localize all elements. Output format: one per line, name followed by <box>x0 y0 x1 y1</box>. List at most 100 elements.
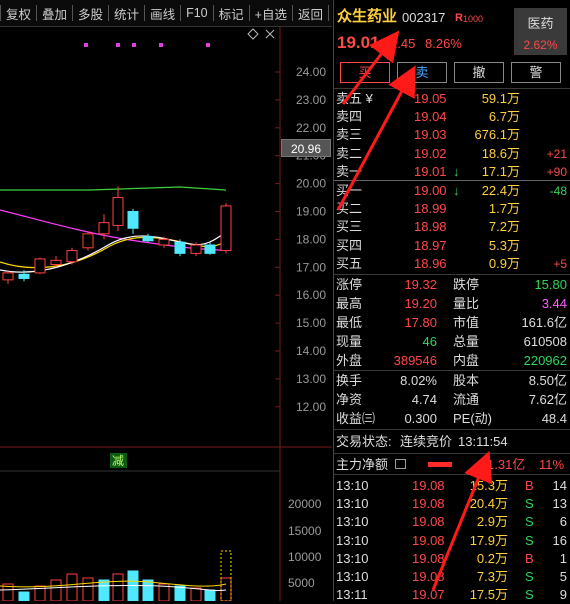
buy-price: 18.98 <box>414 219 447 235</box>
price-axis-label: 17.00 <box>296 260 326 274</box>
reduce-marker: 减 <box>112 454 124 468</box>
volume-bar <box>112 573 124 601</box>
tick-row: 13:10 19.08 0.2万 B 1 <box>334 550 570 568</box>
main-flow: 主力净额 1.31亿 11% <box>334 456 570 474</box>
stat-value: 17.80 <box>404 315 437 330</box>
tick-count: 16 <box>552 532 567 548</box>
sell-row[interactable]: 卖二 19.02 18.6万 +21 <box>334 145 570 163</box>
buy-volume: 5.3万 <box>488 237 520 253</box>
toolbar-btn-4[interactable]: 画线 <box>145 4 180 23</box>
tick-row: 13:11 19.07 17.5万 S 9 <box>334 586 570 604</box>
toolbar-btn-1[interactable]: 叠加 <box>37 4 72 23</box>
buy-price: 19.00 <box>414 183 447 198</box>
sell-label: 卖三 <box>336 127 363 143</box>
action-btn-1[interactable]: 卖 <box>397 62 447 83</box>
buy-volume: 22.4万 <box>481 183 520 198</box>
sector-name: 医药 <box>527 16 554 31</box>
tick-price: 19.08 <box>412 514 445 530</box>
stat-value: 220962 <box>523 353 567 368</box>
current-price-tag: 20.96 <box>281 139 331 157</box>
stat-label: 现量 <box>336 334 363 349</box>
price-axis-label: 15.00 <box>296 316 326 330</box>
toolbar-btn-8[interactable]: 返回 <box>293 4 328 23</box>
trade-status-value: 连续竞价 <box>400 434 453 449</box>
stat-value: 46 <box>422 334 437 349</box>
main-flow-value: 1.31亿 <box>487 457 526 472</box>
tick-price: 19.08 <box>412 569 445 584</box>
buy-row[interactable]: 买五 18.96 0.9万 +5 <box>334 255 570 273</box>
stat-label: 涨停 <box>336 277 363 292</box>
tick-time: 13:10 <box>336 532 369 548</box>
buy-row[interactable]: 买二 18.99 1.7万 <box>334 200 570 218</box>
action-btn-2[interactable]: 撤 <box>454 62 504 83</box>
sell-row[interactable]: 卖三 19.03 676.1万 <box>334 126 570 144</box>
toolbar-btn-6[interactable]: 标记 <box>214 4 249 23</box>
price-axis-label: 14.00 <box>296 344 326 358</box>
toolbar-btn-7[interactable]: +自选 <box>250 4 292 23</box>
close-icon[interactable] <box>265 29 275 39</box>
volume-bar <box>82 577 94 601</box>
stat-row: 外盘 389546 内盘 220962 <box>334 352 570 370</box>
buy-row[interactable]: 买三 18.98 7.2万 <box>334 218 570 236</box>
trade-status: 交易状态: 连续竞价 13:11:54 <box>334 433 570 451</box>
toolbar-btn-0[interactable]: 复权 <box>1 4 36 23</box>
chart-toolbar: 复权 叠加 多股 统计 画线 F10 标记 +自选 返回 <box>0 0 332 27</box>
volume-axis-label: 10000 <box>288 550 322 564</box>
price-axis-label: 16.00 <box>296 288 326 302</box>
candle-body <box>66 250 78 263</box>
price-axis-label: 12.00 <box>296 400 326 414</box>
trade-status-label: 交易状态: <box>336 434 392 449</box>
candle-body <box>82 233 94 249</box>
sell-price: 19.03 <box>414 127 447 143</box>
tick-row: 13:10 19.08 17.9万 S 16 <box>334 532 570 550</box>
signal-dot <box>116 43 120 47</box>
stat-label: 跌停 <box>453 277 480 292</box>
candle-body <box>158 238 170 246</box>
volume-bars <box>0 550 232 601</box>
tick-count: 13 <box>552 496 567 512</box>
candle-body <box>2 272 14 281</box>
tick-side: B <box>525 478 534 493</box>
tick-price: 19.08 <box>412 550 445 566</box>
sell-volume: 59.1万 <box>481 91 520 106</box>
diamond-icon[interactable] <box>247 28 259 40</box>
toolbar-btn-3[interactable]: 统计 <box>109 4 144 23</box>
buy-row[interactable]: 买四 18.97 5.3万 <box>334 237 570 255</box>
candlesticks <box>2 186 232 285</box>
stat-row: 最高 19.20 量比 3.44 <box>334 295 570 313</box>
stat-value: 4.74 <box>411 392 437 407</box>
stat-row: 最低 17.80 市值 161.6亿 <box>334 314 570 332</box>
buy-row[interactable]: 买一 19.00 ↓ 22.4万 -48 <box>334 182 570 200</box>
main-flow-bar <box>428 462 452 467</box>
sell-label: 卖四 <box>336 109 363 125</box>
kline-chart[interactable]: 24.0023.0022.0021.0020.0019.0018.0017.00… <box>0 26 332 601</box>
stock-code: 002317 <box>402 10 446 25</box>
sell-row[interactable]: 卖四 19.04 6.7万 <box>334 108 570 126</box>
sell-volume: 676.1万 <box>474 127 520 143</box>
sell-row[interactable]: 卖一 19.01 ↓ 17.1万 +90 <box>334 163 570 181</box>
price-axis: 24.0023.0022.0021.0020.0019.0018.0017.00… <box>275 65 326 414</box>
signal-dot <box>132 43 136 47</box>
candle-body <box>190 244 202 254</box>
tick-volume: 20.4万 <box>469 496 508 512</box>
main-flow-label: 主力净额 <box>336 457 389 472</box>
toolbar-btn-2[interactable]: 多股 <box>73 4 108 23</box>
tick-price: 19.07 <box>412 587 445 603</box>
stat-label: 最高 <box>336 296 363 311</box>
tick-price: 19.08 <box>412 478 445 493</box>
tick-volume: 7.3万 <box>476 569 508 584</box>
sell-row[interactable]: 卖五 ¥ 19.05 59.1万 <box>334 90 570 108</box>
candle-body <box>98 222 110 235</box>
volume-bar <box>204 589 216 601</box>
sell-down-arrow-icon: ↓ <box>453 163 460 179</box>
buy-price: 18.97 <box>414 237 447 253</box>
toolbar-btn-5[interactable]: F10 <box>181 6 213 20</box>
tick-side: S <box>525 532 534 548</box>
price-change-pct: 8.26% <box>425 36 462 51</box>
price-axis-label: 22.00 <box>296 121 326 135</box>
action-btn-3[interactable]: 警 <box>511 62 561 83</box>
stat-label: 股本 <box>453 373 480 388</box>
tick-volume: 0.2万 <box>476 550 508 566</box>
menu-icon[interactable] <box>395 459 406 469</box>
action-btn-0[interactable]: 买 <box>340 62 390 83</box>
